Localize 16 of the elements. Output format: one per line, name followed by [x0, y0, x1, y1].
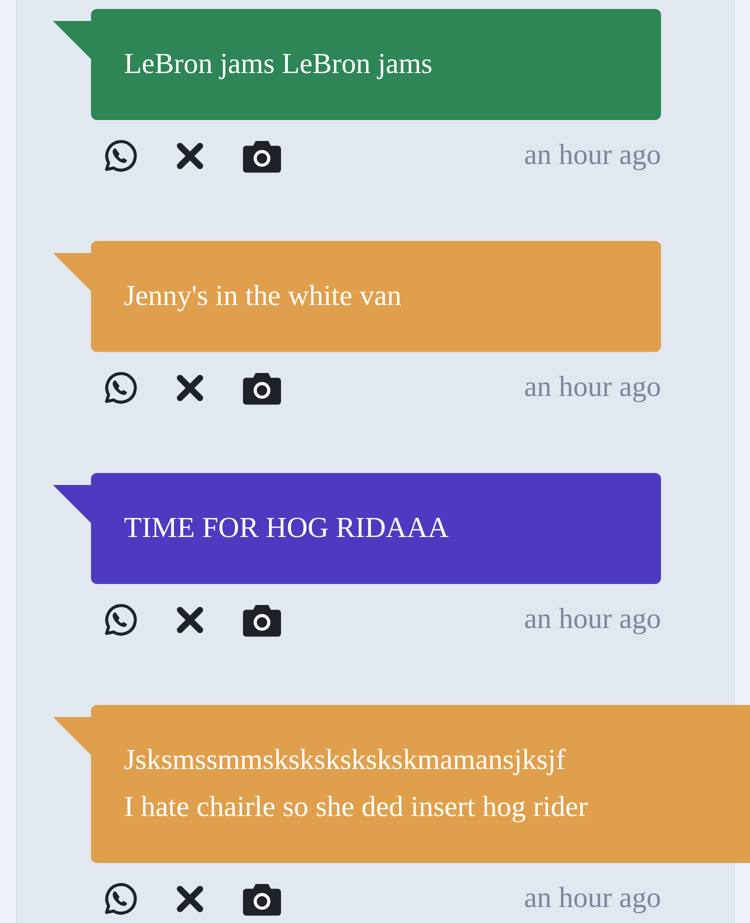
timestamp: an hour ago — [524, 602, 661, 637]
timestamp: an hour ago — [524, 881, 661, 916]
message-text: Jenny's in the white van — [124, 279, 402, 314]
camera-icon[interactable] — [243, 602, 281, 637]
timestamp: an hour ago — [524, 370, 661, 405]
message-text: TIME FOR HOG RIDAAA — [124, 511, 450, 546]
close-icon[interactable] — [175, 884, 205, 914]
message-text: Jsksmssmmskskskskskskmamansjksjf I hate chairle so she ded insert hog rider — [124, 743, 589, 825]
timestamp: an hour ago — [524, 138, 661, 173]
camera-icon[interactable] — [243, 882, 281, 916]
close-icon[interactable] — [175, 372, 205, 403]
close-icon[interactable] — [175, 140, 205, 171]
camera-icon[interactable] — [243, 370, 281, 405]
camera-icon[interactable] — [243, 138, 281, 173]
close-icon[interactable] — [175, 604, 205, 635]
message-text: LeBron jams LeBron jams — [124, 47, 434, 82]
